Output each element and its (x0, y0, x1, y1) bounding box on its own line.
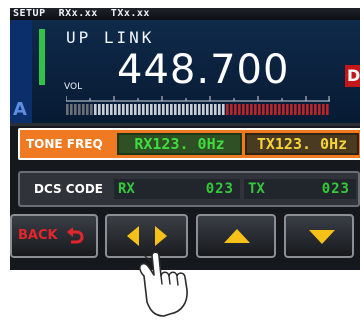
tone-freq-label: TONE FREQ (26, 137, 103, 151)
s-meter-segment (242, 104, 245, 115)
s-meter-segment (146, 104, 149, 115)
s-meter-segment (326, 104, 329, 115)
s-meter-segment (138, 104, 141, 115)
s-meter-segment (218, 104, 221, 115)
dcs-tx-tag: TX (248, 181, 265, 197)
s-meter-segment (322, 104, 325, 115)
s-meter-segment (186, 104, 189, 115)
digital-mode-icon: DN (345, 65, 360, 87)
s-meter-segment (194, 104, 197, 115)
meter-scale (66, 96, 330, 102)
s-meter (66, 104, 329, 115)
s-meter-segment (298, 104, 301, 115)
dcs-tx-field[interactable]: TX 023 (244, 179, 356, 199)
s-meter-segment (126, 104, 129, 115)
s-meter-segment (270, 104, 273, 115)
frequency-readout: 448.700 (117, 47, 290, 93)
band-level-bar (39, 29, 45, 85)
s-meter-segment (166, 104, 169, 115)
s-meter-segment (306, 104, 309, 115)
back-button[interactable]: BACK (10, 214, 98, 258)
up-button[interactable] (196, 214, 276, 258)
s-meter-segment (190, 104, 193, 115)
s-meter-segment (290, 104, 293, 115)
s-meter-segment (310, 104, 313, 115)
s-meter-segment (86, 104, 89, 115)
left-right-arrows-icon (127, 226, 167, 246)
dcs-code-label: DCS CODE (34, 182, 103, 196)
s-meter-segment (178, 104, 181, 115)
s-meter-segment (266, 104, 269, 115)
s-meter-segment (82, 104, 85, 115)
s-meter-segment (274, 104, 277, 115)
s-meter-segment (210, 104, 213, 115)
s-meter-segment (294, 104, 297, 115)
s-meter-segment (238, 104, 241, 115)
s-meter-segment (66, 104, 69, 115)
s-meter-segment (318, 104, 321, 115)
dcs-tx-value: 023 (321, 181, 350, 197)
s-meter-segment (118, 104, 121, 115)
up-arrow-icon (224, 229, 250, 243)
back-button-label: BACK (18, 228, 58, 243)
s-meter-segment (70, 104, 73, 115)
tone-tx-value[interactable]: TX123. 0Hz (245, 133, 359, 155)
back-arrow-icon (67, 227, 84, 244)
divider (10, 123, 360, 126)
down-arrow-icon (309, 230, 335, 244)
s-meter-segment (170, 104, 173, 115)
s-meter-segment (90, 104, 93, 115)
s-meter-segment (278, 104, 281, 115)
frequency-display: UP LINK VOL 448.700 DN A (10, 20, 360, 123)
s-meter-segment (262, 104, 265, 115)
s-meter-segment (154, 104, 157, 115)
s-meter-segment (122, 104, 125, 115)
s-meter-segment (174, 104, 177, 115)
dcs-rx-value: 023 (205, 181, 234, 197)
s-meter-segment (150, 104, 153, 115)
dcs-rx-field[interactable]: RX 023 (114, 179, 240, 199)
s-meter-segment (162, 104, 165, 115)
s-meter-segment (254, 104, 257, 115)
s-meter-segment (198, 104, 201, 115)
s-meter-segment (182, 104, 185, 115)
s-meter-segment (214, 104, 217, 115)
s-meter-segment (98, 104, 101, 115)
s-meter-segment (158, 104, 161, 115)
pointing-hand-icon (139, 251, 188, 317)
a-band-glyph: A (13, 99, 27, 120)
s-meter-segment (130, 104, 133, 115)
s-meter-segment (234, 104, 237, 115)
s-meter-segment (142, 104, 145, 115)
s-meter-segment (246, 104, 249, 115)
s-meter-segment (302, 104, 305, 115)
s-meter-segment (202, 104, 205, 115)
s-meter-segment (222, 104, 225, 115)
s-meter-segment (106, 104, 109, 115)
s-meter-segment (230, 104, 233, 115)
down-button[interactable] (284, 214, 354, 258)
s-meter-segment (110, 104, 113, 115)
s-meter-segment (114, 104, 117, 115)
s-meter-segment (134, 104, 137, 115)
dcs-code-row[interactable]: DCS CODE RX 023 TX 023 (18, 171, 360, 207)
s-meter-segment (258, 104, 261, 115)
setup-status-bar: SETUP RXx.xx TXx.xx (10, 8, 360, 20)
s-meter-segment (250, 104, 253, 115)
band-label: UP LINK (66, 28, 155, 47)
s-meter-segment (102, 104, 105, 115)
s-meter-segment (286, 104, 289, 115)
s-meter-segment (78, 104, 81, 115)
s-meter-segment (206, 104, 209, 115)
s-meter-segment (94, 104, 97, 115)
s-meter-segment (226, 104, 229, 115)
s-meter-segment (314, 104, 317, 115)
dcs-rx-tag: RX (118, 181, 135, 197)
vol-label: VOL (64, 82, 83, 92)
tone-freq-row[interactable]: TONE FREQ RX123. 0Hz TX123. 0Hz (18, 128, 360, 160)
s-meter-segment (74, 104, 77, 115)
tone-rx-value[interactable]: RX123. 0Hz (117, 133, 242, 155)
s-meter-segment (282, 104, 285, 115)
